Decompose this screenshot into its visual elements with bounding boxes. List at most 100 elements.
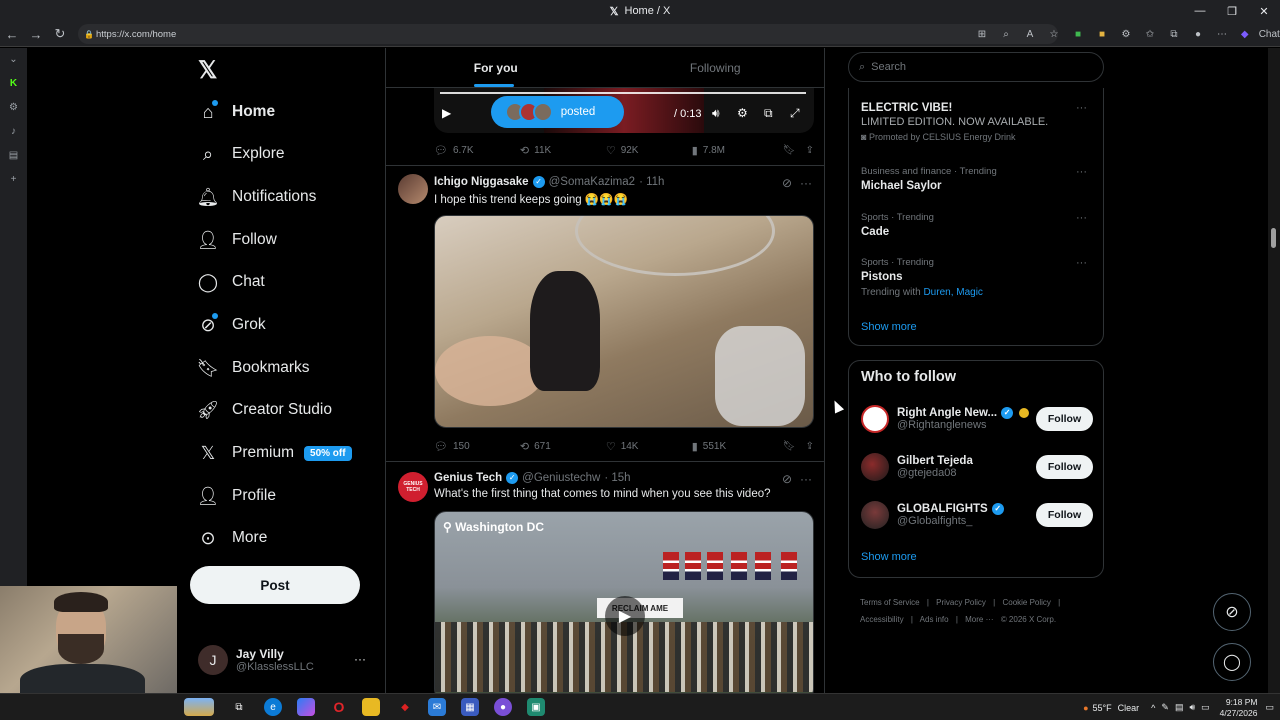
scrollbar-thumb[interactable]	[1271, 228, 1276, 248]
opera-icon[interactable]: O	[330, 698, 348, 716]
trend-item[interactable]: Business and finance · Trending Michael …	[861, 166, 1091, 192]
grok-fab-icon[interactable]: ⊘	[1213, 593, 1251, 631]
reply-button[interactable]: 💬︎ 150	[434, 440, 520, 453]
tweet-time[interactable]: · 15h	[604, 472, 630, 484]
extension-yellow-icon[interactable]: ■	[1090, 23, 1114, 47]
collections-icon[interactable]: ⧉	[1162, 23, 1186, 47]
nav-more[interactable]: ⊙ More	[190, 518, 267, 558]
mail-icon[interactable]: ✉	[428, 698, 446, 716]
bookmark-button[interactable]: 🔖︎	[783, 441, 806, 452]
share-button[interactable]: ⇪	[806, 145, 814, 156]
refresh-icon[interactable]: ↻	[48, 22, 72, 46]
play-icon[interactable]: ▶	[605, 596, 645, 636]
nav-creator-studio[interactable]: 🚀︎ Creator Studio	[190, 390, 332, 430]
nav-notifications[interactable]: 🔔︎ Notifications	[190, 177, 317, 217]
extensions-icon[interactable]: ⚙	[1114, 23, 1138, 47]
show-more-link[interactable]: Show more	[861, 321, 917, 333]
follow-button[interactable]: Follow	[1036, 455, 1093, 479]
page-scrollbar[interactable]	[1268, 48, 1280, 693]
app-icon[interactable]: ▣	[527, 698, 545, 716]
trend-item[interactable]: Sports · Trending Cade ···	[861, 212, 1091, 238]
views-button[interactable]: ▮ 7.8M	[692, 144, 783, 157]
battery-icon[interactable]: ▭	[1201, 702, 1210, 713]
video-progress-bar[interactable]	[440, 92, 806, 94]
nav-home[interactable]: ⌂ Home	[190, 92, 275, 132]
search-input[interactable]	[871, 61, 1072, 73]
obs-icon[interactable]: ●	[494, 698, 512, 716]
minimize-icon[interactable]: —	[1184, 0, 1216, 22]
nav-bookmarks[interactable]: 🔖︎ Bookmarks	[190, 348, 310, 388]
author-handle[interactable]: @Geniustechw	[522, 472, 600, 484]
nav-grok[interactable]: ⊘ Grok	[190, 305, 266, 345]
chat-fab-icon[interactable]: ◯	[1213, 643, 1251, 681]
audio-icon[interactable]: ♪	[0, 120, 27, 144]
follow-button[interactable]: Follow	[1036, 503, 1093, 527]
clock[interactable]: 9:18 PM 4/27/2026	[1220, 697, 1258, 719]
views-button[interactable]: ▮ 551K	[692, 440, 783, 453]
favorite-star-icon[interactable]: ☆	[1042, 23, 1066, 47]
footer-link[interactable]: More ···	[965, 615, 993, 624]
restore-icon[interactable]: ❐	[1216, 0, 1248, 22]
nav-profile[interactable]: 👤︎ Profile	[190, 476, 276, 516]
new-posts-pill[interactable]: ↑ posted	[491, 96, 624, 128]
wallet-icon[interactable]: ▤	[0, 144, 27, 168]
copilot-chat-button[interactable]: ◆ Chat	[1234, 23, 1280, 47]
nav-follow[interactable]: 👤︎ Follow	[190, 220, 277, 260]
footer-link[interactable]: Privacy Policy	[936, 598, 986, 607]
repost-button[interactable]: ⟲ 671	[520, 440, 606, 453]
zoom-icon[interactable]: ⌕	[994, 23, 1018, 47]
more-dots-icon[interactable]: ···	[800, 176, 812, 190]
more-dots-icon[interactable]: ···	[800, 472, 812, 486]
repost-button[interactable]: ⟲ 11K	[520, 144, 606, 157]
follow-suggestion[interactable]: GLOBALFIGHTS ✓ @Globalfights_ Follow	[861, 497, 1093, 533]
widgets-icon[interactable]	[184, 698, 214, 716]
file-explorer-icon[interactable]	[362, 698, 380, 716]
bookmark-button[interactable]: 🔖︎	[783, 145, 806, 156]
show-more-link[interactable]: Show more	[861, 551, 917, 563]
footer-link[interactable]: Terms of Service	[860, 598, 920, 607]
more-dots-icon[interactable]: ···	[354, 652, 366, 666]
play-icon[interactable]: ▶	[442, 106, 451, 120]
copilot-app-icon[interactable]	[297, 698, 315, 716]
back-icon[interactable]: ←	[0, 22, 24, 46]
notifications-icon[interactable]: ▭	[1265, 702, 1274, 713]
nav-chat[interactable]: ◯ Chat	[190, 262, 265, 302]
read-aloud-icon[interactable]: A	[1018, 23, 1042, 47]
avatar[interactable]	[398, 174, 428, 204]
account-switcher[interactable]: J Jay Villy @KlasslessLLC ···	[198, 640, 378, 680]
fullscreen-icon[interactable]: ⤢	[790, 106, 800, 121]
edge-browser-icon[interactable]: e	[264, 698, 282, 716]
author-name[interactable]: Ichigo Niggasake	[434, 176, 529, 188]
settings-gear-icon[interactable]: ⚙	[737, 106, 748, 120]
volume-icon[interactable]: 🔊︎	[712, 106, 720, 121]
profile-icon[interactable]: ●	[1186, 23, 1210, 47]
pip-icon[interactable]: ⧉	[764, 106, 773, 121]
footer-link[interactable]: Ads info	[920, 615, 949, 624]
app-icon[interactable]: ◆	[396, 698, 414, 716]
volume-icon[interactable]: 🔊︎	[1189, 702, 1195, 713]
trend-item[interactable]: ELECTRIC VIBE! LIMITED EDITION. NOW AVAI…	[861, 102, 1091, 142]
grok-icon[interactable]: ⊘	[782, 176, 792, 190]
post-button[interactable]: Post	[190, 566, 360, 604]
weather-temp[interactable]: 55°F	[1093, 703, 1112, 713]
more-dots-icon[interactable]: ···	[1076, 257, 1087, 269]
tab-following[interactable]: Following	[606, 48, 825, 87]
kick-icon[interactable]: K	[0, 72, 27, 96]
more-dots-icon[interactable]: ···	[1076, 102, 1087, 114]
address-bar[interactable]: 🔒 https://x.com/home	[78, 24, 1058, 44]
favorites-icon[interactable]: ✩	[1138, 23, 1162, 47]
tab-for-you[interactable]: For you	[386, 48, 606, 87]
apps-icon[interactable]: ⊞	[970, 23, 994, 47]
tweet-video[interactable]	[434, 215, 814, 428]
more-dots-icon[interactable]: ···	[1076, 212, 1087, 224]
trending-with-links[interactable]: Duren, Magic	[923, 287, 982, 298]
search-box[interactable]: ⌕	[848, 52, 1104, 82]
menu-dots-icon[interactable]: ⋯	[1210, 23, 1234, 47]
chevron-down-icon[interactable]: ⌄	[0, 48, 27, 72]
settings-icon[interactable]: ⚙	[0, 96, 27, 120]
add-icon[interactable]: +	[0, 168, 27, 192]
chevron-up-icon[interactable]: ^	[1151, 703, 1155, 713]
nav-premium[interactable]: 𝕏 Premium 50% off	[190, 433, 352, 473]
follow-suggestion[interactable]: Right Angle New... ✓ @Rightanglenews Foll…	[861, 401, 1093, 437]
grok-icon[interactable]: ⊘	[782, 472, 792, 486]
